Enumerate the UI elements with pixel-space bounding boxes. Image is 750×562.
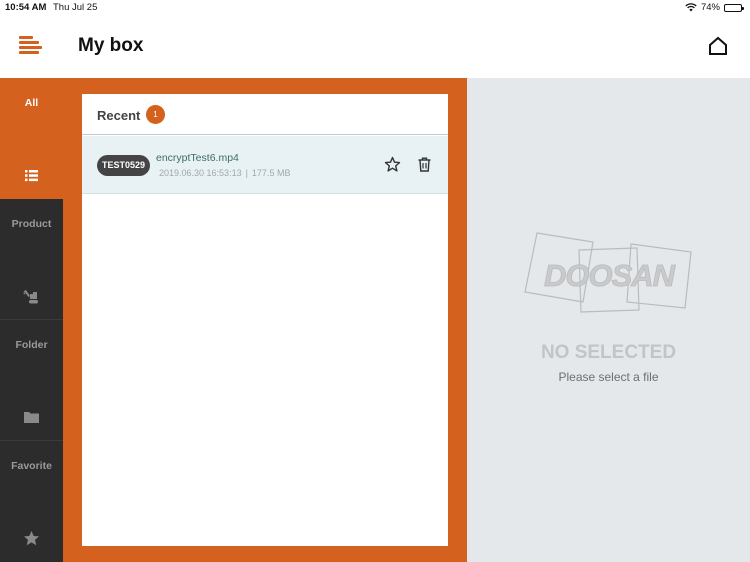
star-outline-icon [384,156,401,172]
recent-header: Recent 1 [82,94,448,135]
file-list-panel: Recent 1 TEST0529 encryptTest6.mp4 2019.… [82,94,448,546]
sidebar-item-folder[interactable]: Folder [0,320,63,441]
list-icon [25,170,38,182]
app-header: My box [0,16,750,78]
menu-icon [19,36,33,39]
file-meta: 2019.06.30 16:53:13 | 177.5 MB [159,168,290,178]
trash-icon [418,157,431,172]
menu-icon-line [19,46,42,49]
home-button[interactable] [706,34,730,58]
count-badge: 1 [146,105,165,124]
excavator-icon [23,290,38,304]
sidebar-item-label: Folder [15,339,48,351]
menu-icon-line [19,41,39,44]
sidebar-item-label: Product [11,218,52,230]
status-bar: 10:54 AM Thu Jul 25 74% [0,0,750,16]
empty-title: NO SELECTED [540,342,677,363]
star-icon [24,531,39,546]
logo-text: DOOSAN [544,258,676,293]
meta-separator: | [245,168,248,178]
delete-button[interactable] [416,156,433,173]
status-right: 74% [685,2,744,13]
file-tag: TEST0529 [97,155,151,176]
file-date: 2019.06.30 16:53:13 [159,168,242,178]
battery-percent: 74% [700,2,720,13]
folder-icon [24,412,39,423]
battery-icon [724,3,744,12]
section-title: Recent [97,108,141,123]
favorite-button[interactable] [384,156,401,173]
file-name: encryptTest6.mp4 [156,152,239,164]
status-time: 10:54 AM [5,2,47,13]
detail-pane: DOOSAN NO SELECTED Please select a file [467,78,750,562]
sidebar-item-all[interactable]: All [0,78,63,199]
sidebar-item-label: All [24,97,39,109]
home-icon [709,36,727,55]
menu-button[interactable] [19,36,45,58]
wifi-icon [685,3,697,12]
status-date: Thu Jul 25 [53,2,98,13]
sidebar-item-product[interactable]: Product [0,199,63,320]
empty-subtitle: Please select a file [558,370,659,384]
page-title: My box [78,35,144,56]
menu-icon-line [19,51,39,54]
sidebar: All Product Folder Favorite [0,78,63,562]
sidebar-item-label: Favorite [11,460,52,472]
file-size: 177.5 MB [251,168,291,178]
file-row[interactable]: TEST0529 encryptTest6.mp4 2019.06.30 16:… [82,136,448,194]
sidebar-item-favorite[interactable]: Favorite [0,441,63,562]
doosan-logo: DOOSAN [524,232,692,313]
